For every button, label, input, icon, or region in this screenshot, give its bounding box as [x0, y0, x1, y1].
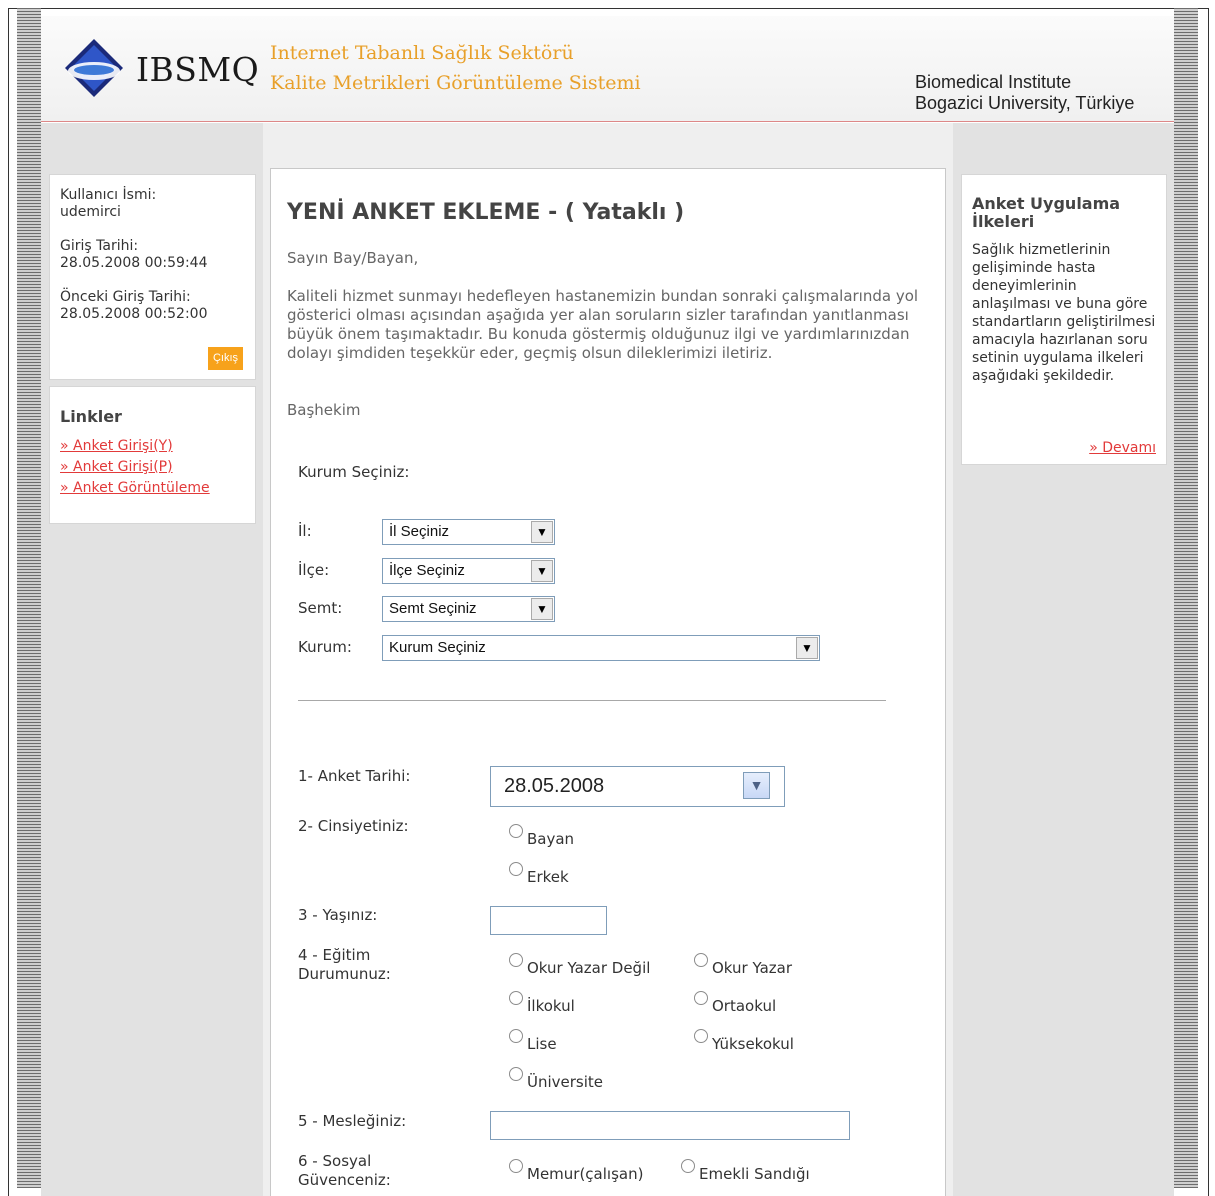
user-info-panel: Kullanıcı İsmi: udemirci Giriş Tarihi: 2… — [49, 174, 256, 380]
chevron-down-icon[interactable]: ▼ — [796, 637, 818, 659]
radio-erkek[interactable]: Erkek — [509, 862, 569, 886]
radio-yuksekokul[interactable]: Yüksekokul — [694, 1029, 794, 1053]
chevron-down-icon[interactable]: ▼ — [531, 598, 553, 620]
logout-button[interactable]: Çıkış — [207, 347, 243, 370]
ilce-select[interactable]: İlçe Seçiniz ▼ — [382, 558, 555, 584]
link-anket-girisi-y[interactable]: » Anket Girişi(Y) — [60, 436, 245, 457]
radio-icon[interactable] — [694, 1029, 708, 1043]
radio-bayan[interactable]: Bayan — [509, 824, 575, 848]
survey-date-picker[interactable]: 28.05.2008 ▼ — [490, 766, 785, 807]
radio-ortaokul[interactable]: Ortaokul — [694, 991, 777, 1015]
intro-text: Kaliteli hizmet sunmayı hedefleyen hasta… — [287, 287, 919, 362]
logo-text: IBSMQ — [136, 50, 260, 89]
il-select[interactable]: İl Seçiniz ▼ — [382, 519, 555, 545]
radio-icon[interactable] — [509, 991, 523, 1005]
signature: Başhekim — [287, 401, 361, 419]
radio-memur[interactable]: Memur(çalışan) — [509, 1159, 644, 1183]
app-title: Internet Tabanlı Sağlık Sektörü Kalite M… — [270, 38, 641, 98]
radio-lise[interactable]: Lise — [509, 1029, 557, 1053]
radio-icon[interactable] — [681, 1159, 695, 1173]
q5-label: 5 - Mesleğiniz: — [298, 1112, 407, 1130]
radio-yuksekokul-label: Yüksekokul — [712, 1035, 794, 1053]
radio-icon[interactable] — [509, 953, 523, 967]
occupation-input[interactable] — [490, 1111, 850, 1140]
prev-login-value: 28.05.2008 00:52:00 — [60, 306, 208, 322]
link-anket-girisi-p[interactable]: » Anket Girişi(P) — [60, 457, 245, 478]
radio-bayan-label: Bayan — [527, 830, 575, 848]
survey-date-value: 28.05.2008 — [504, 775, 605, 797]
rules-panel: Anket Uygulama İlkeleri Sağlık hizmetler… — [961, 174, 1167, 465]
radio-ortaokul-label: Ortaokul — [712, 997, 777, 1015]
radio-okur-yazar-label: Okur Yazar — [712, 959, 792, 977]
q6-label: 6 - Sosyal Güvenceniz: — [298, 1152, 391, 1190]
prev-login-label: Önceki Giriş Tarihi: — [60, 289, 191, 305]
q4-label: 4 - Eğitim Durumunuz: — [298, 946, 391, 984]
left-stripe — [17, 8, 41, 1188]
q2-label: 2- Cinsiyetiniz: — [298, 817, 409, 835]
kurum-select-value: Kurum Seçiniz — [389, 639, 486, 656]
form-divider — [298, 700, 886, 701]
q4-label-line1: 4 - Eğitim — [298, 946, 371, 964]
app-title-line2: Kalite Metrikleri Görüntüleme Sistemi — [270, 72, 641, 94]
radio-icon[interactable] — [694, 991, 708, 1005]
q3-label: 3 - Yaşınız: — [298, 906, 378, 924]
links-panel: Linkler » Anket Girişi(Y) » Anket Girişi… — [49, 386, 256, 524]
radio-emekli-sandigi-label: Emekli Sandığı — [699, 1165, 810, 1183]
q4-label-line2: Durumunuz: — [298, 965, 391, 983]
radio-memur-label: Memur(çalışan) — [527, 1165, 644, 1183]
username-value: udemirci — [60, 204, 121, 220]
institute-name: Biomedical Institute Bogazici University… — [915, 72, 1134, 114]
ilce-label: İlçe: — [298, 561, 330, 579]
rules-title: Anket Uygulama İlkeleri — [972, 194, 1121, 231]
right-stripe — [1174, 8, 1198, 1188]
chevron-down-icon[interactable]: ▼ — [531, 521, 553, 543]
page-title: YENİ ANKET EKLEME - ( Yataklı ) — [287, 200, 685, 225]
kurum-label: Kurum: — [298, 638, 352, 656]
radio-okur-yazar[interactable]: Okur Yazar — [694, 953, 792, 977]
chevron-down-icon[interactable]: ▼ — [743, 772, 770, 799]
radio-ilkokul-label: İlkokul — [527, 997, 575, 1015]
login-date-label: Giriş Tarihi: — [60, 238, 139, 254]
institute-line1: Biomedical Institute — [915, 72, 1072, 92]
site-header: IBSMQ Internet Tabanlı Sağlık Sektörü Ka… — [41, 16, 1174, 122]
rules-text: Sağlık hizmetlerinin gelişiminde hasta d… — [972, 242, 1156, 384]
login-date-value: 28.05.2008 00:59:44 — [60, 255, 208, 271]
radio-icon[interactable] — [509, 862, 523, 876]
institute-line2: Bogazici University, Türkiye — [915, 93, 1135, 113]
app-title-line1: Internet Tabanlı Sağlık Sektörü — [270, 42, 574, 64]
q6-label-line2: Güvenceniz: — [298, 1171, 391, 1189]
link-anket-goruntuleme[interactable]: » Anket Görüntüleme — [60, 478, 245, 499]
semt-select[interactable]: Semt Seçiniz ▼ — [382, 596, 555, 622]
radio-lise-label: Lise — [527, 1035, 557, 1053]
radio-okur-yazar-degil-label: Okur Yazar Değil — [527, 959, 651, 977]
radio-icon[interactable] — [509, 1029, 523, 1043]
q6-label-line1: 6 - Sosyal — [298, 1152, 372, 1170]
greeting: Sayın Bay/Bayan, — [287, 249, 419, 267]
radio-icon[interactable] — [509, 824, 523, 838]
radio-emekli-sandigi[interactable]: Emekli Sandığı — [681, 1159, 810, 1183]
institution-prompt: Kurum Seçiniz: — [298, 463, 410, 481]
ilce-select-value: İlçe Seçiniz — [389, 562, 465, 579]
links-title: Linkler — [60, 407, 122, 426]
il-label: İl: — [298, 522, 312, 540]
chevron-down-icon[interactable]: ▼ — [531, 560, 553, 582]
age-input[interactable] — [490, 906, 607, 935]
semt-select-value: Semt Seçiniz — [389, 600, 477, 617]
q1-label: 1- Anket Tarihi: — [298, 767, 411, 785]
rules-more-link[interactable]: » Devamı — [1089, 440, 1156, 456]
logo-icon — [65, 39, 123, 97]
radio-icon[interactable] — [694, 953, 708, 967]
survey-form: YENİ ANKET EKLEME - ( Yataklı ) Sayın Ba… — [270, 168, 946, 1196]
radio-icon[interactable] — [509, 1159, 523, 1173]
radio-erkek-label: Erkek — [527, 868, 569, 886]
semt-label: Semt: — [298, 599, 343, 617]
il-select-value: İl Seçiniz — [389, 523, 450, 540]
kurum-select[interactable]: Kurum Seçiniz ▼ — [382, 635, 820, 661]
radio-okur-yazar-degil[interactable]: Okur Yazar Değil — [509, 953, 651, 977]
radio-universite-label: Üniversite — [527, 1073, 604, 1091]
username-label: Kullanıcı İsmi: — [60, 187, 157, 203]
radio-icon[interactable] — [509, 1067, 523, 1081]
radio-universite[interactable]: Üniversite — [509, 1067, 604, 1091]
radio-ilkokul[interactable]: İlkokul — [509, 991, 575, 1015]
